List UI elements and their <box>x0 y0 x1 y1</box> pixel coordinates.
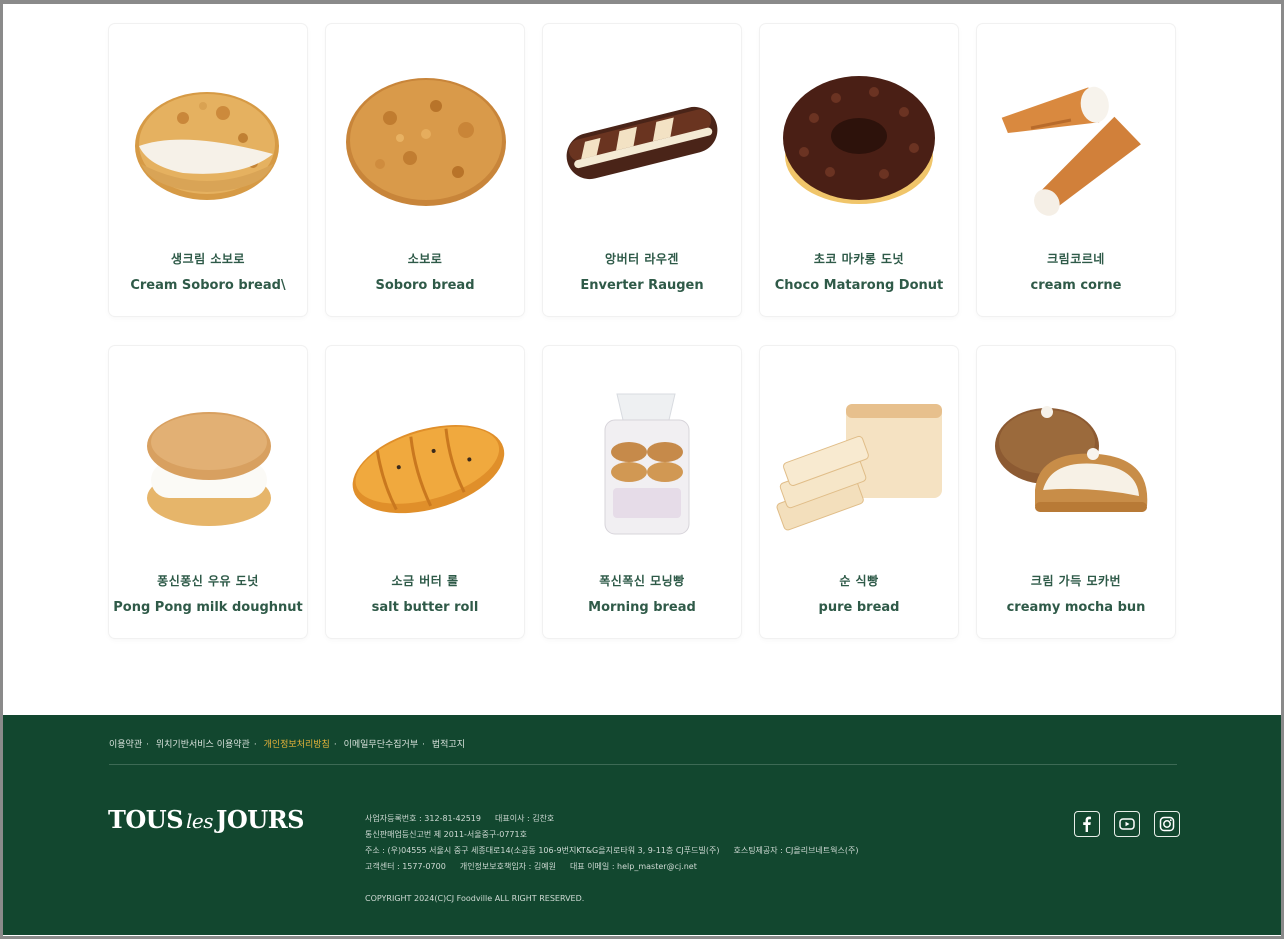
cream-soboro-image <box>135 92 279 200</box>
social-links <box>1074 811 1180 837</box>
product-grid: 생크림 소보로 Cream Soboro bread\ 소보로 Soboro b… <box>109 24 1177 668</box>
choco-donut-image <box>783 76 935 204</box>
product-korean-name: 소보로 <box>407 252 443 266</box>
product-card[interactable]: 폭신폭신 모닝빵 Morning bread <box>543 346 741 638</box>
instagram-icon[interactable] <box>1154 811 1180 837</box>
product-english-name: pure bread <box>818 600 900 615</box>
company-info: 사업자등록번호 : 312-81-42519 대표이사 : 김찬호 통신판매업등신… <box>365 814 859 871</box>
product-card[interactable]: 크림코르네 cream corne <box>977 24 1175 316</box>
product-card[interactable]: 순 식빵 pure bread <box>760 346 958 638</box>
pure-bread-image <box>776 404 942 531</box>
product-korean-name: 크림코르네 <box>1047 252 1105 266</box>
product-row: 퐁신퐁신 우유 도넛 Pong Pong milk doughnut 소금 버터… <box>109 346 1177 638</box>
mocha-bun-image <box>995 406 1148 512</box>
product-korean-name: 생크림 소보로 <box>171 252 245 266</box>
footer-link-location-terms[interactable]: 위치기반서비스 이용약관 <box>156 740 250 750</box>
corne-image <box>1001 86 1141 216</box>
product-card[interactable]: 초코 마카롱 도넛 Choco Matarong Donut <box>760 24 958 316</box>
product-korean-name: 순 식빵 <box>839 574 879 588</box>
footer-link-privacy[interactable]: 개인정보처리방침 <box>264 740 330 750</box>
product-card[interactable]: 생크림 소보로 Cream Soboro bread\ <box>109 24 307 316</box>
salt-roll-image <box>352 425 505 514</box>
youtube-icon[interactable] <box>1114 811 1140 837</box>
copyright-text: COPYRIGHT 2024(C)CJ Foodville ALL RIGHT … <box>365 894 585 903</box>
product-korean-name: 앙버터 라우겐 <box>605 252 679 266</box>
milk-doughnut-image <box>147 412 271 526</box>
footer-divider <box>109 764 1177 765</box>
site-footer: 이용약관 · 위치기반서비스 이용약관 · 개인정보처리방침 · 이메일무단수집거부 ·… <box>3 715 1281 935</box>
product-english-name: cream corne <box>1030 278 1122 293</box>
product-card[interactable]: 소보로 Soboro bread <box>326 24 524 316</box>
footer-link-email-refusal[interactable]: 이메일무단수집거부 <box>344 740 419 750</box>
footer-link-legal[interactable]: 법적고지 <box>432 740 465 750</box>
product-english-name: Choco Matarong Donut <box>774 278 944 293</box>
product-english-name: creamy mocha bun <box>1006 600 1146 615</box>
product-english-name: Pong Pong milk doughnut <box>113 600 303 615</box>
product-english-name: Morning bread <box>588 600 696 615</box>
footer-link-terms[interactable]: 이용약관 <box>109 740 142 750</box>
product-card[interactable]: 소금 버터 롤 salt butter roll <box>326 346 524 638</box>
soboro-image <box>346 78 506 206</box>
footer-links: 이용약관 · 위치기반서비스 이용약관 · 개인정보처리방침 · 이메일무단수집거부 ·… <box>109 740 465 750</box>
product-english-name: Enverter Raugen <box>580 278 704 293</box>
product-english-name: salt butter roll <box>371 600 479 615</box>
product-korean-name: 소금 버터 롤 <box>391 574 459 588</box>
product-row: 생크림 소보로 Cream Soboro bread\ 소보로 Soboro b… <box>109 24 1177 316</box>
facebook-icon[interactable] <box>1074 811 1100 837</box>
product-english-name: Cream Soboro bread\ <box>130 278 286 293</box>
product-korean-name: 초코 마카롱 도넛 <box>813 252 905 266</box>
product-korean-name: 크림 가득 모카번 <box>1030 574 1122 588</box>
morning-bread-image <box>604 393 690 535</box>
brand-logo[interactable]: TOUS les JOURS <box>108 805 304 834</box>
product-korean-name: 폭신폭신 모닝빵 <box>599 574 685 588</box>
raugen-image <box>566 106 718 180</box>
product-korean-name: 퐁신퐁신 우유 도넛 <box>157 574 259 588</box>
product-card[interactable]: 앙버터 라우겐 Enverter Raugen <box>543 24 741 316</box>
product-card[interactable]: 크림 가득 모카번 creamy mocha bun <box>977 346 1175 638</box>
product-english-name: Soboro bread <box>375 278 475 293</box>
product-card[interactable]: 퐁신퐁신 우유 도넛 Pong Pong milk doughnut <box>109 346 307 638</box>
